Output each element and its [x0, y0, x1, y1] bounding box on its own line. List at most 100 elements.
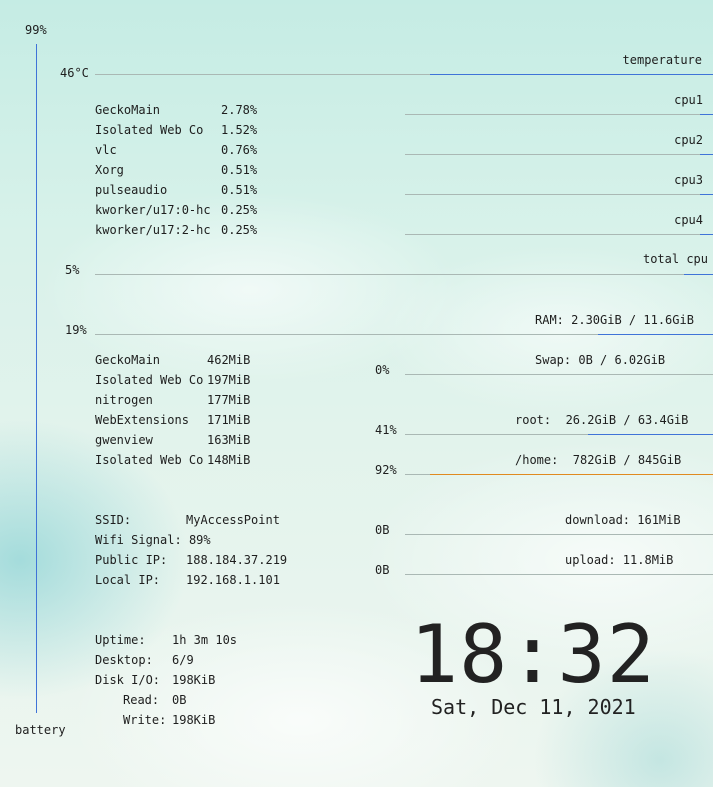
process-value: 462MiB: [207, 353, 251, 367]
disk-io-row: Disk I/O: 198KiB: [95, 673, 215, 687]
list-item: WebExtensions 171MiB: [95, 413, 250, 427]
clock-date: Sat, Dec 11, 2021: [431, 695, 636, 719]
process-name: Isolated Web Co: [95, 453, 204, 467]
process-name: GeckoMain: [95, 103, 161, 117]
disk-io-value: 198KiB: [172, 673, 216, 687]
home-label: /home: 782GiB / 845GiB: [515, 453, 682, 467]
temperature-bar: [430, 74, 713, 75]
download-rate: 0B: [375, 523, 390, 537]
process-name: Isolated Web Co: [95, 123, 204, 137]
process-value: 0.51%: [221, 183, 258, 197]
process-value: 177MiB: [207, 393, 251, 407]
process-value: 1.52%: [221, 123, 258, 137]
total-cpu-track: [95, 274, 713, 275]
list-item: Isolated Web Co 148MiB: [95, 453, 250, 467]
list-item: kworker/u17:2-hc 0.25%: [95, 223, 257, 237]
local-ip-row: Local IP: 192.168.1.101: [95, 573, 280, 587]
cpu3-label: cpu3: [674, 173, 703, 187]
list-item: vlc 0.76%: [95, 143, 257, 157]
total-cpu-value: 5%: [65, 263, 80, 277]
list-item: pulseaudio 0.51%: [95, 183, 257, 197]
local-ip-value: 192.168.1.101: [186, 573, 280, 587]
process-value: 148MiB: [207, 453, 251, 467]
disk-write-row: Write: 198KiB: [123, 713, 215, 727]
process-name: gwenview: [95, 433, 153, 447]
clock-time: 18:32: [410, 608, 656, 701]
total-cpu-bar: [684, 274, 713, 275]
cpu2-label: cpu2: [674, 133, 703, 147]
process-name: nitrogen: [95, 393, 153, 407]
ram-label: RAM: 2.30GiB / 11.6GiB: [535, 313, 694, 327]
disk-read-label: Read:: [123, 693, 160, 707]
list-item: Isolated Web Co 1.52%: [95, 123, 257, 137]
swap-percent: 0%: [375, 363, 390, 377]
process-value: 0.25%: [221, 223, 258, 237]
process-value: 0.25%: [221, 203, 258, 217]
uptime-label: Uptime:: [95, 633, 146, 647]
temperature-label: temperature: [622, 53, 702, 67]
root-bar: [588, 434, 713, 435]
process-name: kworker/u17:0-hc: [95, 203, 211, 217]
upload-track: [405, 574, 713, 575]
swap-label: Swap: 0B / 6.02GiB: [535, 353, 666, 367]
list-item: GeckoMain 462MiB: [95, 353, 250, 367]
disk-write-value: 198KiB: [172, 713, 216, 727]
battery-label: battery: [15, 723, 66, 737]
public-ip-value: 188.184.37.219: [186, 553, 288, 567]
process-name: WebExtensions: [95, 413, 189, 427]
total-cpu-label: total cpu: [642, 252, 708, 266]
process-value: 171MiB: [207, 413, 251, 427]
list-item: Xorg 0.51%: [95, 163, 257, 177]
list-item: GeckoMain 2.78%: [95, 103, 257, 117]
root-percent: 41%: [375, 423, 397, 437]
ssid-row: SSID: MyAccessPoint: [95, 513, 280, 527]
disk-read-row: Read: 0B: [123, 693, 186, 707]
process-name: Isolated Web Co: [95, 373, 204, 387]
temperature-value: 46°C: [60, 66, 89, 80]
list-item: gwenview 163MiB: [95, 433, 250, 447]
disk-write-label: Write:: [123, 713, 167, 727]
home-bar: [430, 474, 713, 475]
process-name: pulseaudio: [95, 183, 168, 197]
wifi-signal-row: Wifi Signal: 89%: [95, 533, 211, 547]
list-item: nitrogen 177MiB: [95, 393, 250, 407]
wifi-signal-value: 89%: [188, 533, 211, 547]
battery-percent: 99%: [25, 23, 47, 37]
cpu4-track: [405, 234, 713, 235]
uptime-row: Uptime: 1h 3m 10s: [95, 633, 237, 647]
download-track: [405, 534, 713, 535]
cpu1-bar: [700, 114, 713, 115]
battery-level-bar: [36, 44, 37, 713]
cpu3-track: [405, 194, 713, 195]
disk-read-value: 0B: [172, 693, 187, 707]
ram-percent: 19%: [65, 323, 87, 337]
root-label: root: 26.2GiB / 63.4GiB: [515, 413, 689, 427]
process-name: vlc: [95, 143, 117, 157]
desktop-value: 6/9: [172, 653, 194, 667]
cpu4-label: cpu4: [674, 213, 703, 227]
swap-track: [405, 374, 713, 375]
upload-label: upload: 11.8MiB: [565, 553, 674, 567]
process-value: 2.78%: [221, 103, 258, 117]
process-value: 197MiB: [207, 373, 251, 387]
process-name: GeckoMain: [95, 353, 161, 367]
cpu4-bar: [700, 234, 713, 235]
public-ip-row: Public IP: 188.184.37.219: [95, 553, 287, 567]
list-item: kworker/u17:0-hc 0.25%: [95, 203, 257, 217]
process-name: Xorg: [95, 163, 124, 177]
desktop-row: Desktop: 6/9: [95, 653, 194, 667]
process-value: 0.76%: [221, 143, 258, 157]
cpu3-bar: [700, 194, 713, 195]
ssid-value: MyAccessPoint: [186, 513, 280, 527]
process-value: 163MiB: [207, 433, 251, 447]
cpu1-label: cpu1: [674, 93, 703, 107]
download-label: download: 161MiB: [565, 513, 681, 527]
list-item: Isolated Web Co 197MiB: [95, 373, 250, 387]
public-ip-label: Public IP:: [95, 553, 168, 567]
home-percent: 92%: [375, 463, 397, 477]
ssid-label: SSID:: [95, 513, 132, 527]
cpu1-track: [405, 114, 713, 115]
desktop-label: Desktop:: [95, 653, 153, 667]
cpu2-bar: [700, 154, 713, 155]
disk-io-label: Disk I/O:: [95, 673, 161, 687]
